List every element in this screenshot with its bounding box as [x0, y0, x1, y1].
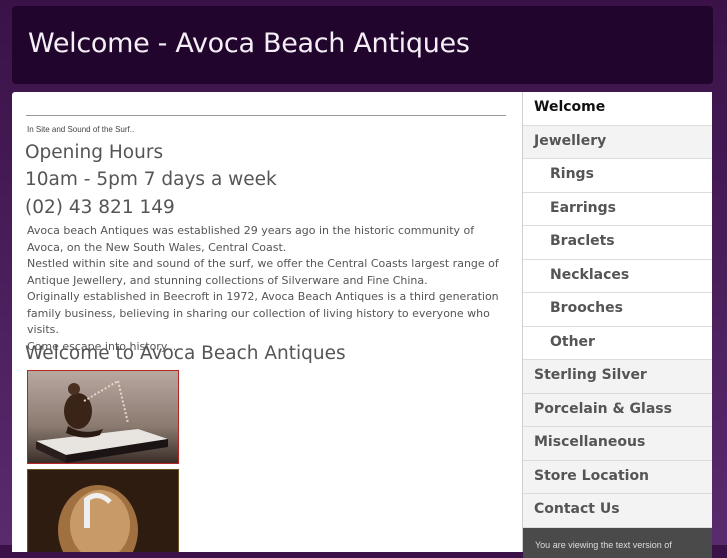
nav-menu: Welcome Jewellery Rings Earrings Braclet… [523, 92, 712, 528]
opening-hours-title: Opening Hours [25, 142, 164, 163]
nav-item-braclets[interactable]: Braclets [523, 226, 712, 260]
nav-item-contact-us[interactable]: Contact Us [523, 494, 712, 528]
nav-item-miscellaneous[interactable]: Miscellaneous [523, 427, 712, 461]
sidebar-nav: Welcome Jewellery Rings Earrings Braclet… [522, 92, 712, 558]
nav-item-rings[interactable]: Rings [523, 159, 712, 193]
nav-item-jewellery[interactable]: Jewellery [523, 125, 712, 159]
intro-paragraph: Nestled within site and sound of the sur… [27, 257, 499, 287]
nav-item-necklaces[interactable]: Necklaces [523, 259, 712, 293]
phone-number: (02) 43 821 149 [25, 197, 175, 218]
intro-text: Avoca beach Antiques was established 29 … [27, 223, 507, 355]
nav-item-sterling-silver[interactable]: Sterling Silver [523, 360, 712, 394]
intro-paragraph: Avoca beach Antiques was established 29 … [27, 224, 475, 254]
nav-item-welcome[interactable]: Welcome [523, 92, 712, 126]
antique-bust-photo[interactable] [27, 469, 179, 552]
nav-item-other[interactable]: Other [523, 326, 712, 360]
sidebar-footer: You are viewing the text version of [523, 528, 712, 558]
nav-item-porcelain-glass[interactable]: Porcelain & Glass [523, 393, 712, 427]
divider [26, 115, 506, 116]
figurine-image [36, 380, 168, 463]
nav-item-store-location[interactable]: Store Location [523, 460, 712, 494]
nav-item-earrings[interactable]: Earrings [523, 192, 712, 226]
antique-figurine-photo[interactable] [27, 370, 179, 464]
opening-hours-time: 10am - 5pm 7 days a week [25, 169, 277, 190]
welcome-heading: Welcome to Avoca Beach Antiques [25, 343, 346, 364]
nav-item-brooches[interactable]: Brooches [523, 293, 712, 327]
tagline: In Site and Sound of the Surf.. [27, 125, 135, 134]
site-title: Welcome - Avoca Beach Antiques [28, 28, 470, 59]
bust-image [58, 485, 138, 552]
site-header: Welcome - Avoca Beach Antiques [12, 6, 713, 84]
intro-paragraph: Originally established in Beecroft in 19… [27, 290, 499, 336]
main-content: In Site and Sound of the Surf.. Opening … [12, 92, 522, 552]
